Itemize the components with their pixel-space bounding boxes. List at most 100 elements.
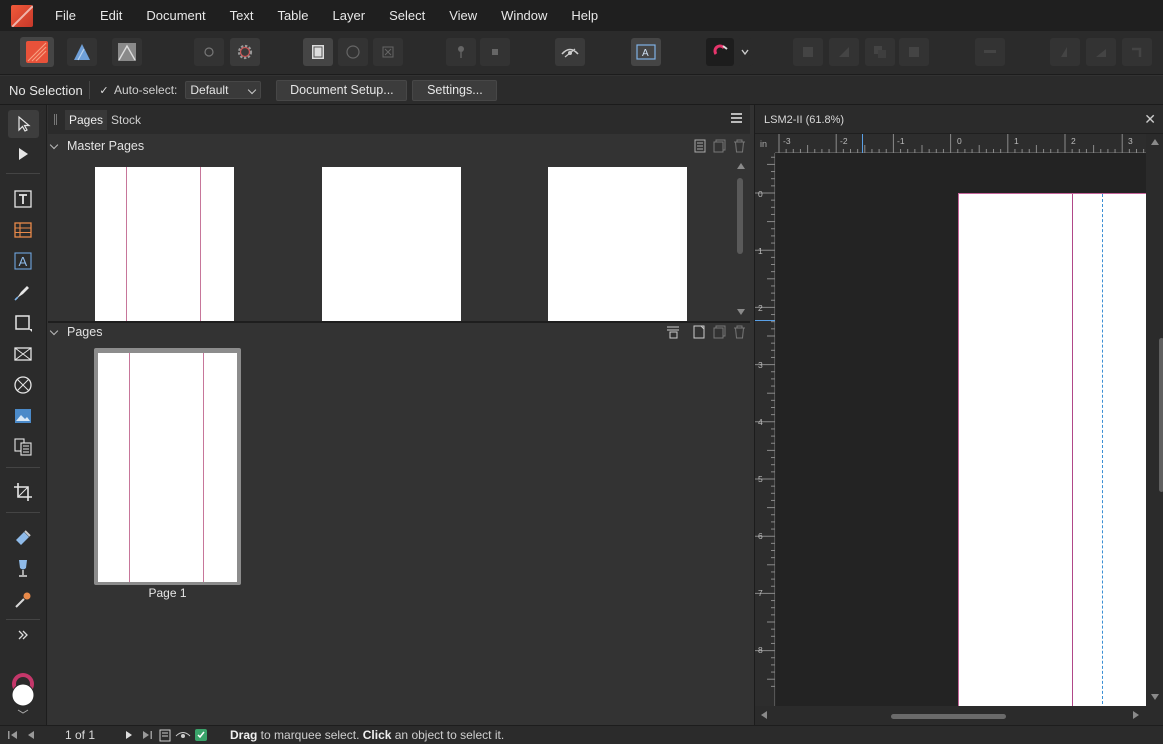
node-tool-icon[interactable] <box>11 142 35 166</box>
crop-tool-icon[interactable] <box>11 480 35 504</box>
page-view-icon[interactable] <box>156 728 174 742</box>
master-page-thumbnail[interactable] <box>95 167 234 321</box>
next-page-icon[interactable] <box>120 728 138 742</box>
master-page-thumbnail[interactable] <box>548 167 687 321</box>
align-icon[interactable] <box>829 38 859 66</box>
rectangle-tool-icon[interactable] <box>11 311 35 335</box>
chevron-down-icon[interactable] <box>737 38 753 66</box>
chevron-down-icon[interactable] <box>49 326 59 335</box>
horizontal-scrollbar[interactable] <box>755 706 1163 725</box>
pages-header[interactable]: Pages <box>48 320 750 344</box>
publisher-persona-icon[interactable] <box>20 37 54 67</box>
arrange-icon[interactable] <box>975 38 1005 66</box>
designer-persona-icon[interactable] <box>67 38 97 66</box>
transparency-tool-icon[interactable] <box>11 556 35 580</box>
table-tool-icon[interactable] <box>11 218 35 242</box>
snapping-magnet-icon[interactable] <box>706 38 734 66</box>
transform-icon[interactable] <box>1122 38 1152 66</box>
align-icon[interactable] <box>793 38 823 66</box>
settings-button[interactable]: Settings... <box>412 79 498 101</box>
color-swatches-icon[interactable] <box>8 671 38 714</box>
menu-select[interactable]: Select <box>377 0 437 31</box>
scroll-thumb[interactable] <box>1159 338 1163 492</box>
master-pages-scrollbar[interactable] <box>735 163 745 321</box>
place-image-tool-icon[interactable] <box>11 404 35 428</box>
frame-text-tool-icon[interactable] <box>11 187 35 211</box>
scroll-right-icon[interactable] <box>1133 711 1139 719</box>
more-tools-icon[interactable] <box>11 623 35 647</box>
ruler-unit[interactable]: in <box>755 134 775 153</box>
auto-select-checkbox[interactable]: ✓ <box>98 84 110 97</box>
view-mode-icon[interactable] <box>303 38 333 66</box>
gear-icon[interactable] <box>230 38 260 66</box>
delete-page-icon[interactable] <box>733 325 746 339</box>
preview-circle-icon[interactable] <box>338 38 368 66</box>
delete-master-icon[interactable] <box>733 139 746 153</box>
menu-table[interactable]: Table <box>265 0 320 31</box>
align-icon[interactable] <box>899 38 929 66</box>
square-icon[interactable] <box>480 38 510 66</box>
insert-pages-icon[interactable] <box>666 325 679 339</box>
menu-file[interactable]: File <box>43 0 88 31</box>
data-merge-tool-icon[interactable] <box>11 435 35 459</box>
horizontal-ruler[interactable]: -3 -2 -1 0 1 2 3 <box>775 134 1146 153</box>
picture-frame-ellipse-icon[interactable] <box>11 373 35 397</box>
menu-view[interactable]: View <box>437 0 489 31</box>
photo-persona-icon[interactable] <box>112 38 142 66</box>
document-page[interactable] <box>958 193 1146 706</box>
scroll-up-icon[interactable] <box>737 163 745 169</box>
preflight-icon[interactable] <box>555 38 585 66</box>
tab-pages[interactable]: Pages <box>65 109 108 130</box>
pen-tool-icon[interactable] <box>11 280 35 304</box>
align-icon[interactable] <box>865 38 895 66</box>
fill-tool-icon[interactable] <box>11 525 35 549</box>
view-options-icon[interactable] <box>174 728 192 742</box>
menu-help[interactable]: Help <box>559 0 610 31</box>
clip-icon[interactable] <box>373 38 403 66</box>
app-logo-icon[interactable] <box>11 4 33 27</box>
artistic-text-tool-icon[interactable]: A <box>11 249 35 273</box>
hamburger-menu-icon[interactable] <box>731 113 742 123</box>
color-picker-tool-icon[interactable] <box>11 588 35 612</box>
add-master-icon[interactable] <box>694 139 707 153</box>
page-thumbnail-selected[interactable] <box>94 348 241 585</box>
transform-icon[interactable] <box>1086 38 1116 66</box>
scroll-down-icon[interactable] <box>737 309 745 315</box>
menu-text[interactable]: Text <box>218 0 266 31</box>
scroll-left-icon[interactable] <box>761 711 767 719</box>
chevron-down-icon[interactable] <box>49 140 59 149</box>
move-tool-icon[interactable] <box>8 110 39 138</box>
menu-edit[interactable]: Edit <box>88 0 134 31</box>
document-tab[interactable]: LSM2-II (61.8%) ✕ <box>755 105 1163 134</box>
document-canvas[interactable] <box>776 153 1146 706</box>
vertical-scrollbar[interactable] <box>1146 134 1163 706</box>
text-frame-icon[interactable]: A <box>631 38 661 66</box>
menu-layer[interactable]: Layer <box>321 0 378 31</box>
scroll-up-icon[interactable] <box>1151 139 1159 145</box>
close-icon[interactable]: ✕ <box>1144 111 1156 128</box>
document-setup-button[interactable]: Document Setup... <box>276 79 408 101</box>
duplicate-page-icon[interactable] <box>713 325 726 339</box>
tab-stock[interactable]: Stock <box>107 110 145 130</box>
menu-window[interactable]: Window <box>489 0 559 31</box>
pin-icon[interactable] <box>446 38 476 66</box>
master-pages-header[interactable]: Master Pages <box>48 134 750 158</box>
auto-select-dropdown[interactable]: Default <box>185 81 262 99</box>
scroll-thumb[interactable] <box>737 178 743 254</box>
panel-grip-handle[interactable] <box>54 114 57 125</box>
last-page-icon[interactable] <box>138 728 156 742</box>
master-page-thumbnail[interactable] <box>322 167 461 321</box>
menu-document[interactable]: Document <box>134 0 217 31</box>
scroll-thumb[interactable] <box>891 714 1006 719</box>
first-page-icon[interactable] <box>4 728 22 742</box>
preflight-status-icon[interactable] <box>192 728 210 742</box>
picture-frame-rectangle-icon[interactable] <box>11 342 35 366</box>
duplicate-master-icon[interactable] <box>713 139 726 153</box>
snap-circle-icon[interactable] <box>194 38 224 66</box>
master-pages-title: Master Pages <box>67 139 145 153</box>
previous-page-icon[interactable] <box>22 728 40 742</box>
transform-icon[interactable] <box>1050 38 1080 66</box>
add-page-icon[interactable] <box>693 325 706 339</box>
vertical-ruler[interactable]: 0 1 2 3 4 5 6 7 8 <box>755 153 775 706</box>
scroll-down-icon[interactable] <box>1151 694 1159 700</box>
